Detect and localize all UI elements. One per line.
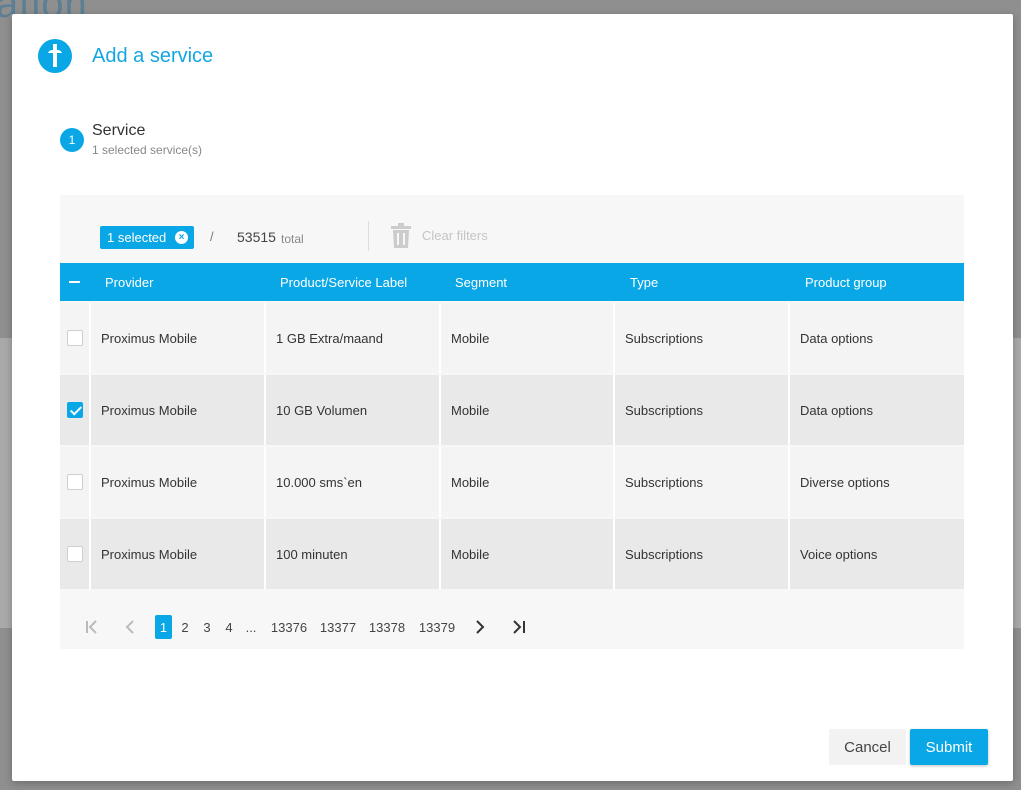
- cell-label: 100 minuten: [264, 519, 439, 589]
- services-table: 1 selected × / 53515 total Clear filters…: [60, 195, 964, 649]
- selected-chip-label: 1 selected: [107, 230, 167, 245]
- cell-label: 10 GB Volumen: [264, 375, 439, 445]
- cell-provider: Proximus Mobile: [89, 375, 264, 445]
- page-button[interactable]: 13378: [366, 615, 408, 639]
- step-indicator: 1 Service 1 selected service(s): [60, 122, 202, 157]
- prev-page-icon[interactable]: [120, 615, 140, 639]
- table-row[interactable]: Proximus Mobile 10.000 sms`en Mobile Sub…: [60, 447, 964, 517]
- cell-type: Subscriptions: [613, 447, 788, 517]
- cell-provider: Proximus Mobile: [89, 447, 264, 517]
- cell-product-group: Diverse options: [788, 447, 964, 517]
- cell-type: Subscriptions: [613, 519, 788, 589]
- modal-title: Add a service: [92, 44, 214, 67]
- cell-provider: Proximus Mobile: [89, 519, 264, 589]
- add-service-modal: Add a service 1 Service 1 selected servi…: [12, 14, 1013, 781]
- trash-icon[interactable]: [390, 223, 412, 254]
- cell-provider: Proximus Mobile: [89, 303, 264, 373]
- table-row[interactable]: Proximus Mobile 1 GB Extra/maand Mobile …: [60, 303, 964, 373]
- toolbar-divider: [368, 221, 369, 251]
- row-checkbox[interactable]: [66, 402, 83, 418]
- clear-filters-button[interactable]: Clear filters: [422, 228, 488, 243]
- step-subtitle: 1 selected service(s): [92, 143, 203, 157]
- column-header-segment[interactable]: Segment: [455, 275, 507, 290]
- page-button[interactable]: 13379: [416, 615, 458, 639]
- step-title: Service: [92, 122, 146, 139]
- page-button-active[interactable]: 1: [155, 615, 172, 639]
- cell-product-group: Data options: [788, 375, 964, 445]
- page-button[interactable]: 3: [199, 615, 215, 639]
- column-header-type[interactable]: Type: [630, 275, 658, 290]
- cell-product-group: Voice options: [788, 519, 964, 589]
- cell-type: Subscriptions: [613, 375, 788, 445]
- chip-close-icon[interactable]: ×: [175, 231, 188, 244]
- column-header-provider[interactable]: Provider: [105, 275, 153, 290]
- column-header-label[interactable]: Product/Service Label: [280, 275, 407, 290]
- table-row[interactable]: Proximus Mobile 100 minuten Mobile Subsc…: [60, 519, 964, 589]
- next-page-icon[interactable]: [470, 615, 490, 639]
- table-toolbar: 1 selected × / 53515 total Clear filters: [60, 195, 964, 263]
- column-header-product-group[interactable]: Product group: [805, 275, 887, 290]
- first-page-icon[interactable]: [82, 615, 102, 639]
- page-button[interactable]: 13376: [268, 615, 310, 639]
- page-button[interactable]: 4: [221, 615, 237, 639]
- cell-label: 10.000 sms`en: [264, 447, 439, 517]
- page-button[interactable]: 2: [177, 615, 193, 639]
- last-page-icon[interactable]: [508, 615, 530, 639]
- cancel-button[interactable]: Cancel: [829, 729, 906, 765]
- cell-segment: Mobile: [439, 447, 613, 517]
- row-checkbox[interactable]: [66, 474, 83, 490]
- row-checkbox[interactable]: [66, 546, 83, 562]
- pagination: 1 2 3 4 ... 13376 13377 13378 13379: [60, 615, 964, 645]
- brand-logo-icon: [38, 39, 72, 73]
- total-label: total: [281, 232, 304, 246]
- cell-type: Subscriptions: [613, 303, 788, 373]
- table-header: Provider Product/Service Label Segment T…: [60, 263, 964, 301]
- cell-product-group: Data options: [788, 303, 964, 373]
- page-ellipsis: ...: [245, 619, 257, 635]
- deselect-all-icon[interactable]: [69, 281, 80, 283]
- modal-header: Add a service: [38, 39, 213, 73]
- page-button[interactable]: 13377: [317, 615, 359, 639]
- cell-label: 1 GB Extra/maand: [264, 303, 439, 373]
- submit-button[interactable]: Submit: [910, 729, 988, 765]
- cell-segment: Mobile: [439, 303, 613, 373]
- cell-segment: Mobile: [439, 375, 613, 445]
- total-count: 53515: [237, 229, 276, 245]
- table-row[interactable]: Proximus Mobile 10 GB Volumen Mobile Sub…: [60, 375, 964, 445]
- selected-chip[interactable]: 1 selected ×: [100, 226, 194, 249]
- step-number: 1: [60, 128, 84, 152]
- cell-segment: Mobile: [439, 519, 613, 589]
- row-checkbox[interactable]: [66, 330, 83, 346]
- count-separator: /: [210, 229, 214, 244]
